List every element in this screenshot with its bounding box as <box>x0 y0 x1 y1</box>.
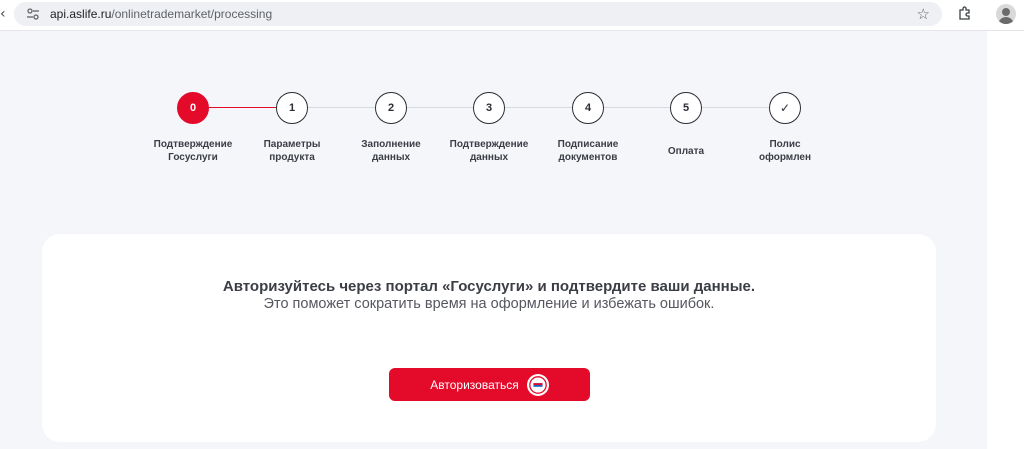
site-settings-icon[interactable] <box>26 7 40 21</box>
extensions-icon[interactable] <box>957 6 973 22</box>
page-right-gutter <box>987 31 1024 449</box>
bookmark-star-icon[interactable]: ☆ <box>917 5 930 23</box>
step-label-6: Полис оформлен <box>758 139 812 163</box>
step-circle-5: 5 <box>670 92 702 124</box>
step-label-0: Подтверждение Госуслуги <box>153 139 233 163</box>
step-label-1: Параметры продукта <box>263 139 321 163</box>
step-circle-4: 4 <box>572 92 604 124</box>
step-label-5: Оплата <box>667 146 705 157</box>
step-connector-4-5 <box>604 107 670 108</box>
step-label-2: Заполнение данных <box>361 139 421 163</box>
auth-card: Авторизуйтесь через портал «Госуслуги» и… <box>42 234 936 442</box>
step-label-4: Подписание документов <box>557 139 619 163</box>
url-text[interactable]: api.aslife.ru/onlinetrademarket/processi… <box>50 7 272 21</box>
auth-subline: Это поможет сократить время на оформлени… <box>263 296 715 312</box>
browser-toolbar: ‹ api.aslife.ru/onlinetrademarket/proces… <box>0 0 1024 31</box>
address-bar[interactable]: api.aslife.ru/onlinetrademarket/processi… <box>14 2 942 26</box>
step-circle-2: 2 <box>375 92 407 124</box>
step-connector-3-4 <box>505 107 572 108</box>
step-connector-1-2 <box>308 107 375 108</box>
step-connector-2-3 <box>407 107 473 108</box>
url-host: api.aslife.ru <box>50 7 112 21</box>
back-icon[interactable]: ‹ <box>0 6 6 22</box>
step-circle-0: 0 <box>177 92 209 124</box>
gosuslugi-logo-svg <box>528 375 547 394</box>
url-path: /onlinetrademarket/processing <box>111 7 273 21</box>
avatar-icon <box>998 8 1014 24</box>
auth-headline: Авторизуйтесь через портал «Госуслуги» и… <box>222 278 756 295</box>
step-connector-0-1 <box>209 107 276 108</box>
gosuslugi-logo-icon <box>526 373 549 396</box>
step-label-3: Подтверждение данных <box>449 139 529 163</box>
step-circle-3: 3 <box>473 92 505 124</box>
step-connector-5-6 <box>702 107 769 108</box>
auth-button-label: Авторизоваться <box>430 377 519 392</box>
step-circle-done-check-icon: ✓ <box>769 92 801 124</box>
step-circle-1: 1 <box>276 92 308 124</box>
profile-avatar[interactable] <box>996 4 1016 24</box>
gosuslugi-auth-button[interactable]: Авторизоваться <box>389 368 590 401</box>
progress-stepper: 0 1 2 3 4 5 ✓ Подтверждение Госуслуги Па… <box>0 31 987 231</box>
